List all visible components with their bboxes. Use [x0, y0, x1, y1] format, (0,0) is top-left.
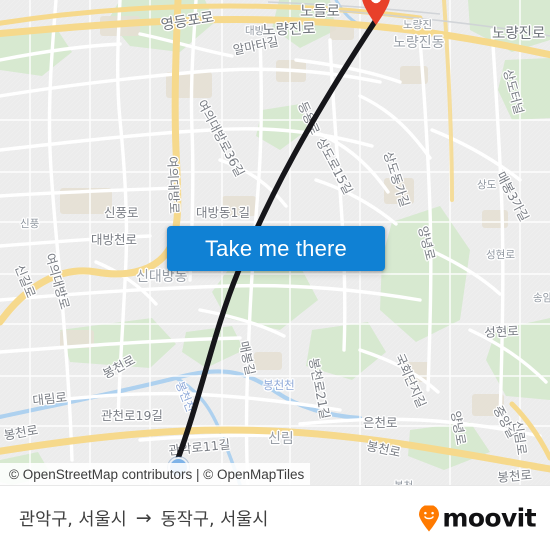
moovit-logo[interactable]: moovit [418, 503, 537, 533]
moovit-wordmark: moovit [442, 503, 536, 533]
map-attribution: © OpenStreetMap contributors | © OpenMap… [0, 463, 310, 485]
footer-bar: 관악구, 서울시 → 동작구, 서울시 moovit [0, 485, 550, 550]
map-view[interactable]: 영등포로 노들로 대방 노량진로 노량진 노량진로 노량진동 알마타길 여의대방로36길 등용로 상… [0, 0, 550, 485]
trip-summary: 관악구, 서울시 → 동작구, 서울시 [19, 506, 268, 531]
destination-pin-icon[interactable] [361, 0, 391, 25]
moovit-map-screen: 영등포로 노들로 대방 노량진로 노량진 노량진로 노량진동 알마타길 여의대방로36길 등용로 상… [0, 0, 550, 550]
trip-destination: 동작구, 서울시 [160, 509, 269, 530]
trip-origin: 관악구, 서울시 [19, 509, 127, 530]
moovit-pin-icon [419, 505, 440, 531]
take-me-there-button[interactable]: Take me there [167, 226, 385, 271]
arrow-right-icon: → [135, 507, 152, 529]
